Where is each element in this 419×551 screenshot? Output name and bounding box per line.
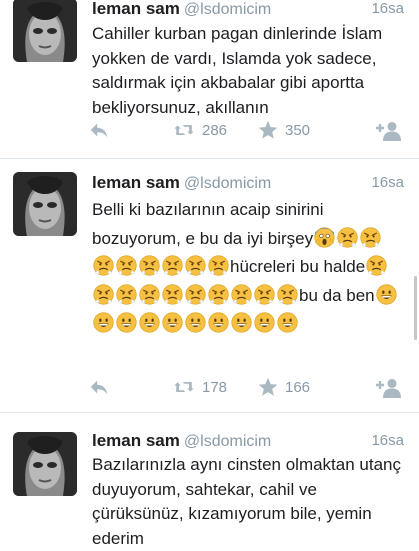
- grinning-face-emoji: [254, 312, 275, 333]
- author-handle: @lsdomicim: [183, 433, 272, 450]
- pouting-face-emoji: [139, 255, 160, 276]
- grinning-face-emoji: [185, 312, 206, 333]
- pouting-face-emoji: [360, 227, 381, 248]
- author-display-name: leman sam: [92, 173, 180, 192]
- follow-user-icon: [376, 376, 402, 400]
- tweet-text-part-3: bu da ben: [299, 285, 375, 305]
- author-name[interactable]: leman sam @lsdomicim: [92, 431, 271, 451]
- retweet-icon: [172, 119, 196, 141]
- pouting-face-emoji: [231, 284, 252, 305]
- grinning-face-emoji: [376, 284, 397, 305]
- screaming-face-emoji: [314, 227, 335, 248]
- author-handle: @lsdomicim: [183, 175, 272, 192]
- tweet-actions: 178 166: [92, 376, 412, 400]
- reply-button[interactable]: [88, 119, 110, 141]
- grinning-face-emoji: [116, 312, 137, 333]
- grinning-face-emoji: [162, 312, 183, 333]
- tweet-actions: 286 350: [92, 119, 412, 143]
- follow-button[interactable]: [376, 376, 402, 400]
- favorite-count: 350: [285, 121, 311, 139]
- pouting-face-emoji: [116, 284, 137, 305]
- reply-arrow-icon: [88, 119, 110, 141]
- pouting-face-emoji: [366, 255, 387, 276]
- tweet-text-part-2: hücreleri bu halde: [230, 257, 366, 276]
- grinning-face-emoji: [277, 312, 298, 333]
- tweet-time[interactable]: 16sa: [371, 0, 404, 17]
- tweet-2[interactable]: leman sam @lsdomicim 16sa Belli ki bazıla…: [0, 159, 419, 412]
- author-name[interactable]: leman sam @lsdomicim: [92, 0, 271, 19]
- pouting-face-emoji: [185, 284, 206, 305]
- pouting-face-emoji: [93, 284, 114, 305]
- pouting-face-emoji: [139, 284, 160, 305]
- tweet-time[interactable]: 16sa: [371, 432, 404, 449]
- pouting-face-emoji: [208, 255, 229, 276]
- favorite-count: 166: [285, 378, 311, 396]
- pouting-face-emoji: [337, 227, 358, 248]
- tweet-3[interactable]: leman sam @lsdomicim 16sa Bazılarınızla a…: [0, 413, 419, 548]
- pouting-face-emoji: [162, 255, 183, 276]
- pouting-face-emoji: [116, 255, 137, 276]
- avatar[interactable]: [13, 432, 77, 496]
- pouting-face-emoji: [93, 255, 114, 276]
- retweet-button[interactable]: 178: [172, 376, 227, 398]
- profile-photo: [13, 432, 77, 496]
- tweet-text: Cahiller kurban pagan dinlerinde İslam y…: [92, 24, 383, 117]
- tweet-time[interactable]: 16sa: [371, 174, 404, 191]
- avatar[interactable]: [13, 0, 77, 62]
- grinning-face-emoji: [231, 312, 252, 333]
- scrollbar[interactable]: [414, 276, 417, 340]
- pouting-face-emoji: [162, 284, 183, 305]
- grinning-face-emoji: [139, 312, 160, 333]
- follow-button[interactable]: [376, 119, 402, 143]
- reply-arrow-icon: [88, 376, 110, 398]
- pouting-face-emoji: [208, 284, 229, 305]
- tweet-text: Bazılarınızla aynı cinsten olmaktan utan…: [92, 455, 401, 548]
- profile-photo: [13, 0, 77, 62]
- retweet-count: 286: [202, 121, 228, 139]
- profile-photo: [13, 172, 77, 236]
- author-display-name: leman sam: [92, 0, 180, 18]
- tweet-text-part-1: Belli ki bazılarının acaip sinirini bozu…: [92, 200, 324, 248]
- star-icon: [257, 376, 279, 398]
- author-name[interactable]: leman sam @lsdomicim: [92, 173, 271, 193]
- retweet-count: 178: [202, 378, 228, 396]
- retweet-button[interactable]: 286: [172, 119, 227, 141]
- author-handle: @lsdomicim: [183, 1, 272, 18]
- retweet-icon: [172, 376, 196, 398]
- grinning-face-emoji: [93, 312, 114, 333]
- favorite-button[interactable]: 166: [257, 376, 310, 398]
- pouting-face-emoji: [277, 284, 298, 305]
- pouting-face-emoji: [254, 284, 275, 305]
- author-display-name: leman sam: [92, 431, 180, 450]
- favorite-button[interactable]: 350: [257, 119, 310, 141]
- tweet-text: Belli ki bazılarının acaip sinirini bozu…: [92, 196, 398, 339]
- tweet-1[interactable]: leman sam @lsdomicim 16sa Cahiller kurban…: [0, 0, 419, 158]
- star-icon: [257, 119, 279, 141]
- grinning-face-emoji: [208, 312, 229, 333]
- follow-user-icon: [376, 119, 402, 143]
- reply-button[interactable]: [88, 376, 110, 398]
- avatar[interactable]: [13, 172, 77, 236]
- pouting-face-emoji: [185, 255, 206, 276]
